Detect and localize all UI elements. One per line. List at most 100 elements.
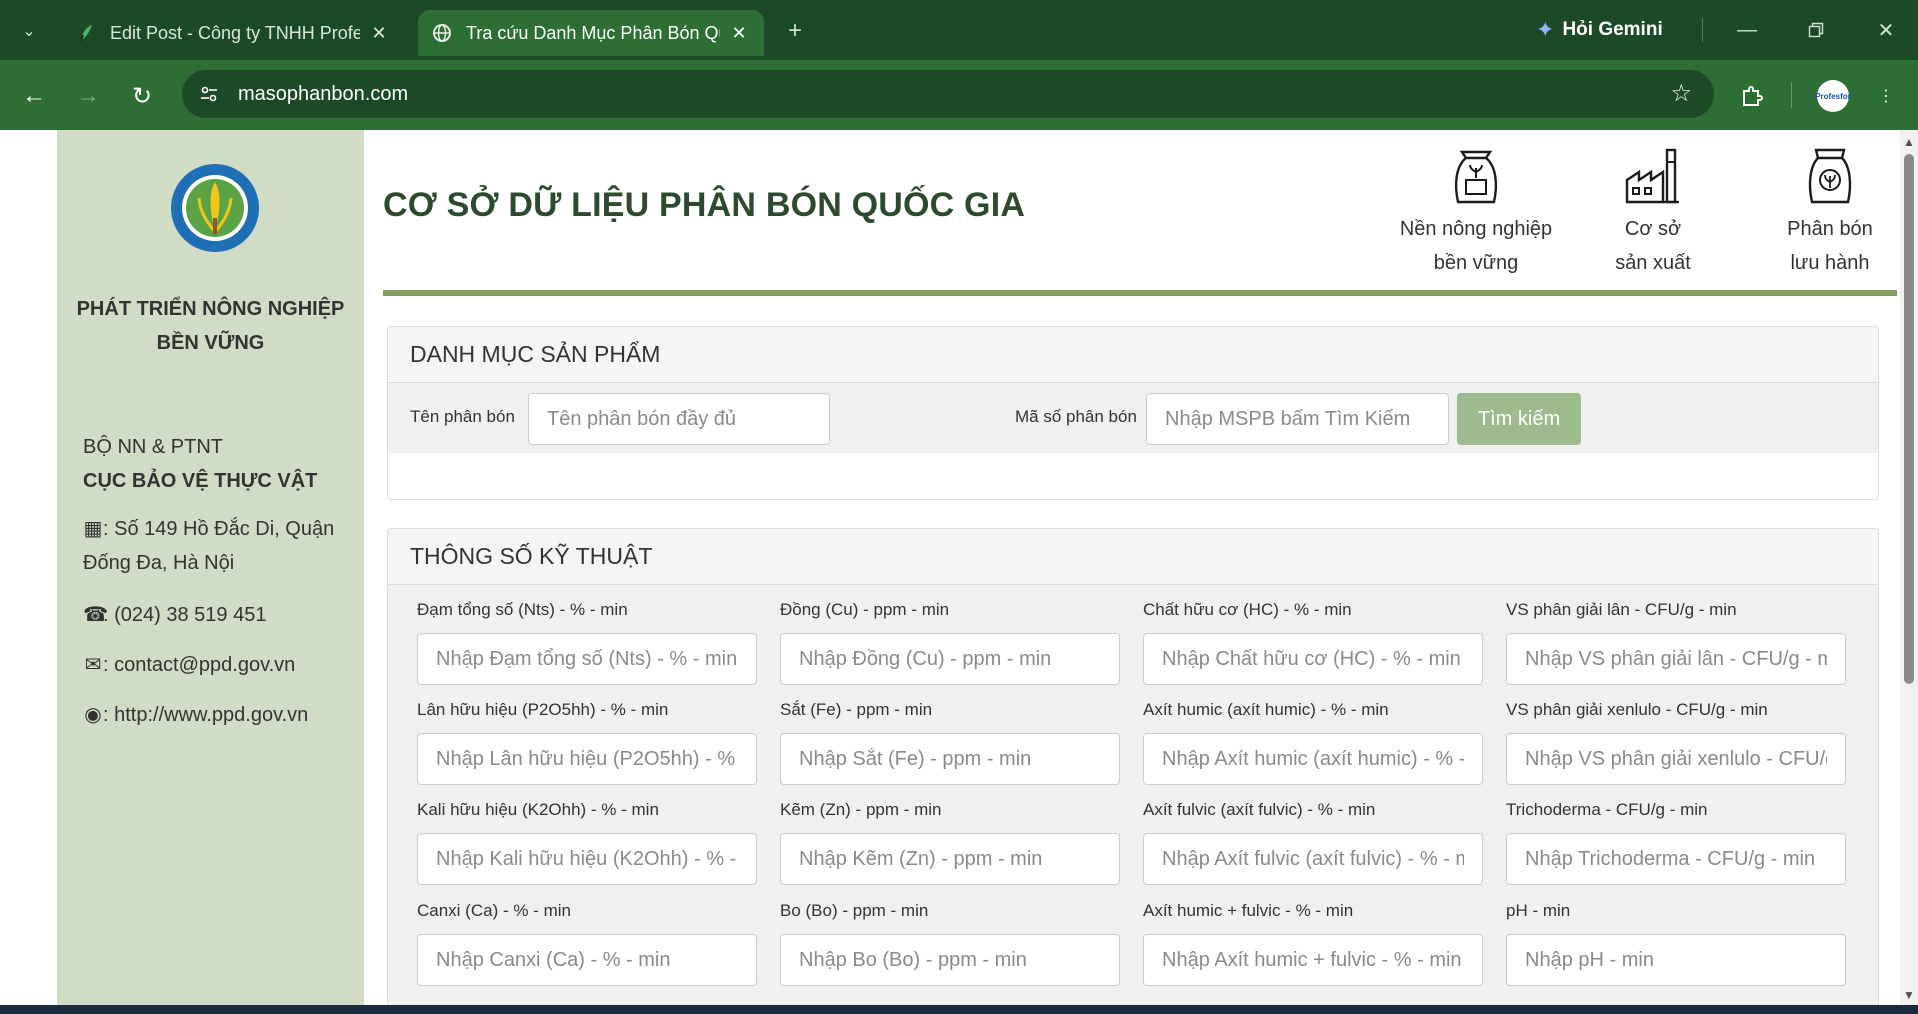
website-text[interactable]: : http://www.ppd.gov.vn [103, 704, 308, 726]
spec-field-input[interactable] [780, 833, 1120, 885]
spec-field-input[interactable] [1143, 934, 1483, 986]
mission-statement: PHÁT TRIỂN NÔNG NGHIỆP BỀN VỮNG [57, 292, 364, 360]
globe-icon: ◉ [84, 704, 102, 726]
panel-heading: DANH MỤC SẢN PHẨM [388, 327, 1878, 383]
spec-field-input[interactable] [1506, 733, 1846, 785]
page-title: CƠ SỞ DỮ LIỆU PHÂN BÓN QUỐC GIA [383, 186, 1026, 224]
plant-protection-logo [171, 164, 259, 252]
spec-field-label: VS phân giải xenlulo - CFU/g - min [1506, 700, 1768, 719]
spec-field-label: Axít humic + fulvic - % - min [1143, 901, 1354, 920]
contact-email: ✉: contact@ppd.gov.vn [83, 648, 355, 682]
spec-field-label: Kali hữu hiệu (K2Ohh) - % - min [417, 800, 659, 819]
scroll-down-arrow-icon[interactable]: ▼ [1900, 989, 1918, 1001]
fertilizer-bag-icon [1454, 150, 1498, 204]
technical-specs-panel: THÔNG SỐ KỸ THUẬT Đạm tổng số (Nts) - % … [387, 528, 1879, 1005]
spec-field-input[interactable] [417, 633, 757, 685]
spec-field-input[interactable] [1143, 833, 1483, 885]
specs-grid: Đạm tổng số (Nts) - % - min Đồng (Cu) - p… [417, 585, 1857, 1005]
tab-close-icon[interactable]: ✕ [368, 22, 390, 44]
tab-close-icon[interactable]: ✕ [728, 22, 750, 44]
sidebar: PHÁT TRIỂN NÔNG NGHIỆP BỀN VỮNG BỘ NN & … [57, 130, 364, 1005]
spec-field-input[interactable] [1143, 733, 1483, 785]
browser-toolbar: ← → ↻ masophanbon.com ☆ ⋮ [0, 60, 1918, 130]
scroll-thumb[interactable] [1904, 154, 1914, 684]
spec-field: Axít humic (axít humic) - % - min [1143, 685, 1483, 785]
fertilizer-code-input[interactable] [1146, 393, 1449, 445]
spec-field-label: VS phân giải lân - CFU/g - min [1506, 600, 1737, 619]
minimize-icon[interactable]: — [1727, 14, 1767, 46]
taskbar-edge [0, 1005, 1918, 1014]
spec-field-input[interactable] [417, 934, 757, 986]
page-viewport: PHÁT TRIỂN NÔNG NGHIỆP BỀN VỮNG BỘ NN & … [0, 130, 1900, 1005]
spec-field-input[interactable] [780, 733, 1120, 785]
fertilizer-code-label: Mã số phân bón [1015, 407, 1137, 426]
nav-link-circulating-fertilizers[interactable]: Phân bón lưu hành [1745, 144, 1900, 280]
spec-field-label: pH - min [1506, 901, 1571, 920]
fertilizer-name-input[interactable] [528, 393, 830, 445]
restore-icon[interactable] [1796, 14, 1836, 46]
search-button[interactable]: Tìm kiếm [1457, 393, 1581, 445]
contact-address: ▦: Số 149 Hồ Đắc Di, Quận Đống Đa, Hà Nộ… [83, 512, 355, 580]
spec-field-input[interactable] [1506, 934, 1846, 986]
nav-link-sustainable-agriculture[interactable]: Nền nông nghiệp bền vững [1391, 144, 1561, 280]
gemini-button[interactable]: ✦ Hỏi Gemini [1536, 14, 1663, 46]
reload-icon[interactable]: ↻ [124, 78, 160, 114]
spec-field-input[interactable] [417, 833, 757, 885]
back-arrow-icon[interactable]: ← [16, 78, 52, 114]
spec-field-label: Sắt (Fe) - ppm - min [780, 700, 933, 719]
menu-kebab-icon[interactable]: ⋮ [1868, 78, 1904, 114]
spec-field-label: Canxi (Ca) - % - min [417, 901, 571, 920]
nav-link-production-facilities[interactable]: Cơ sở sản xuất [1568, 144, 1738, 280]
catalog-search-row: Tên phân bón Mã số phân bón Tìm kiếm [388, 383, 1878, 453]
spec-field-label: Chất hữu cơ (HC) - % - min [1143, 600, 1352, 619]
new-tab-plus-icon[interactable]: + [780, 16, 810, 46]
spec-field: Bo (Bo) - ppm - min [780, 886, 1120, 986]
building-icon: ▦ [83, 518, 103, 540]
spec-field-label: Axít fulvic (axít fulvic) - % - min [1143, 800, 1376, 819]
page-scrollbar[interactable]: ▲ ▼ [1900, 130, 1918, 1005]
spec-field-input[interactable] [1506, 633, 1846, 685]
close-window-icon[interactable]: ✕ [1866, 14, 1906, 46]
spec-field-label: Đồng (Cu) - ppm - min [780, 600, 950, 619]
nav-link-line-1: Phân bón [1787, 218, 1873, 240]
department-name: CỤC BẢO VỆ THỰC VẬT [83, 470, 318, 492]
spec-field-label: Trichoderma - CFU/g - min [1506, 800, 1708, 819]
site-leaf-favicon-icon [76, 23, 96, 43]
site-info-tune-icon[interactable] [192, 77, 226, 111]
tab-tra-cuu[interactable]: Tra cứu Danh Mục Phân Bón Qu ✕ [418, 10, 764, 56]
spec-field-input[interactable] [417, 733, 757, 785]
nav-link-line-1: Cơ sở [1624, 218, 1682, 240]
spec-field-label: Lân hữu hiệu (P2O5hh) - % - min [417, 700, 669, 719]
specs-form: Đạm tổng số (Nts) - % - min Đồng (Cu) - p… [388, 585, 1878, 1005]
address-bar[interactable]: masophanbon.com ☆ [182, 70, 1714, 118]
spec-field: Axít humic + fulvic - % - min [1143, 886, 1483, 986]
spec-field-input[interactable] [780, 633, 1120, 685]
bookmark-star-icon[interactable]: ☆ [1670, 80, 1692, 108]
spec-field: Canxi (Ca) - % - min [417, 886, 757, 986]
spec-field: Axít fulvic (axít fulvic) - % - min [1143, 785, 1483, 885]
spec-field-label: Axít humic (axít humic) - % - min [1143, 700, 1389, 719]
spec-field-input[interactable] [1506, 833, 1846, 885]
forward-arrow-icon[interactable]: → [70, 78, 106, 114]
spec-field: Kali hữu hiệu (K2Ohh) - % - min [417, 785, 757, 885]
spec-field-input[interactable] [780, 934, 1120, 986]
fertilizer-name-label: Tên phân bón [410, 407, 515, 426]
profile-avatar[interactable]: Profesfor [1815, 80, 1851, 112]
spec-field: Chất hữu cơ (HC) - % - min [1143, 585, 1483, 685]
tab-search-chevron-icon[interactable]: ⌄ [14, 16, 44, 46]
extensions-puzzle-icon[interactable] [1734, 78, 1770, 114]
email-text[interactable]: : contact@ppd.gov.vn [103, 654, 295, 676]
profile-avatar-label: Profesfor [1815, 91, 1851, 101]
tab-edit-post[interactable]: Edit Post - Công ty TNHH Profe ✕ [62, 10, 404, 56]
globe-favicon-icon [432, 23, 452, 43]
scroll-up-arrow-icon[interactable]: ▲ [1900, 136, 1918, 148]
spec-field-label: Bo (Bo) - ppm - min [780, 901, 929, 920]
window-controls-divider [1702, 18, 1703, 42]
spec-field-input[interactable] [1143, 633, 1483, 685]
nav-link-line-2: bền vững [1433, 252, 1519, 274]
main-content: CƠ SỞ DỮ LIỆU PHÂN BÓN QUỐC GIA Nền nông… [383, 130, 1900, 1005]
envelope-icon: ✉ [84, 654, 102, 676]
seed-bag-icon [1808, 148, 1852, 204]
spec-field-label: Kẽm (Zn) - ppm - min [780, 800, 942, 819]
gemini-spark-icon: ✦ [1536, 17, 1555, 42]
